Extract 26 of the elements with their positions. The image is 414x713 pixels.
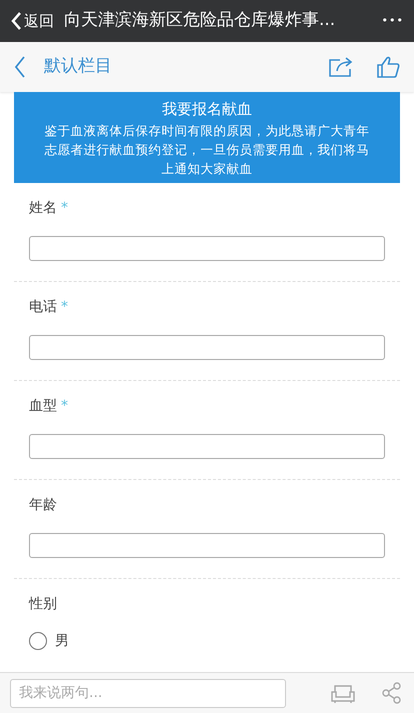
banner-text: 鉴于血液离体后保存时间有限的原因，为此恳请广大青年志愿者进行献血预约登记，一旦伤员需要用血，我们将马上通知大家献血 — [44, 122, 370, 178]
field-label: 年龄 — [29, 496, 57, 514]
field-label: 血型 — [29, 396, 57, 416]
share-icon[interactable] — [328, 56, 354, 78]
field-label: 性别 — [29, 594, 57, 614]
required-mark: * — [61, 198, 68, 218]
text-field[interactable] — [29, 335, 385, 360]
back-icon — [10, 11, 22, 31]
back-button[interactable]: 返回 — [10, 10, 54, 32]
text-field[interactable] — [29, 533, 385, 558]
required-mark: * — [61, 298, 68, 316]
back-icon[interactable] — [14, 56, 26, 78]
more-button[interactable]: ••• — [382, 12, 404, 30]
comment-field[interactable]: 我来说两句... — [10, 678, 286, 708]
radio-label: 男 — [55, 632, 69, 650]
banner-title: 我要报名献血 — [161, 99, 253, 120]
page-title: 向天津滨海新区危险品仓库爆炸事... — [64, 9, 336, 32]
field-label: 电话 — [29, 298, 57, 316]
radio-button[interactable] — [29, 632, 47, 650]
text-field[interactable] — [29, 434, 385, 459]
required-mark: * — [61, 396, 68, 416]
text-field[interactable] — [29, 236, 385, 261]
section-title: 默认栏目 — [44, 55, 113, 78]
field-label: 姓名 — [29, 198, 57, 218]
share-icon[interactable] — [382, 682, 402, 704]
thumbs-up-icon[interactable] — [376, 55, 400, 79]
